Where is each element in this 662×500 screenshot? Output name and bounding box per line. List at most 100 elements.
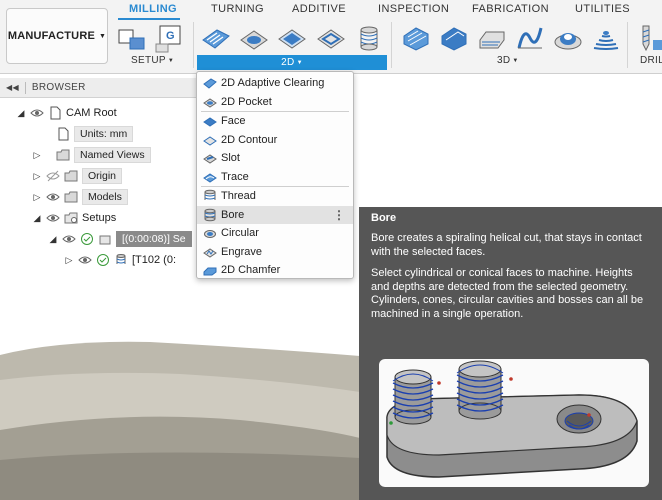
collapse-triangle-icon[interactable]: ◢ xyxy=(32,213,42,224)
2d-chamfer-icon xyxy=(203,263,217,277)
2d-pocket-icon[interactable] xyxy=(238,22,270,54)
menu-item-face[interactable]: Face xyxy=(197,112,353,131)
spiral-icon[interactable] xyxy=(590,22,622,54)
tab-turning[interactable]: TURNING xyxy=(211,3,264,15)
menu-item-bore[interactable]: Bore ⋮ xyxy=(197,205,353,224)
tree-item-units[interactable]: Units: mm xyxy=(52,125,134,143)
flow-icon[interactable] xyxy=(514,22,546,54)
tree-label: Named Views xyxy=(74,147,151,163)
trace-icon xyxy=(203,170,217,184)
scallop-icon[interactable] xyxy=(552,22,584,54)
group-2d-label: 2D xyxy=(281,57,295,68)
tree-item-named-views[interactable]: ▷ Named Views xyxy=(32,146,151,164)
workspace-switcher[interactable]: MANUFACTURE ▼ xyxy=(6,8,108,64)
ribbon-divider xyxy=(627,22,628,68)
tree-item-cam-root[interactable]: ◢ CAM Root xyxy=(16,104,117,122)
group-setup-label: SETUP xyxy=(131,55,166,66)
tab-additive[interactable]: ADDITIVE xyxy=(292,3,346,15)
steep-shallow-icon[interactable] xyxy=(476,22,508,54)
tree-label: Origin xyxy=(82,168,123,184)
menu-item-label: 2D Adaptive Clearing xyxy=(221,77,325,90)
tooltip-details: Select cylindrical or conical faces to m… xyxy=(371,267,644,320)
tree-item-setup[interactable]: ◢ [(0:00:08)] Se xyxy=(48,230,192,248)
tree-label: CAM Root xyxy=(66,107,117,119)
face-icon[interactable] xyxy=(276,22,308,54)
collapse-panel-icon[interactable]: ◀◀ xyxy=(6,83,19,92)
pocket-clearing-icon[interactable] xyxy=(438,22,470,54)
group-setup[interactable]: SETUP ▼ xyxy=(131,55,174,66)
2d-adaptive-icon xyxy=(203,76,217,90)
new-folder-icon[interactable] xyxy=(116,22,148,54)
eye-icon[interactable] xyxy=(62,232,76,246)
group-drill[interactable]: DRIL xyxy=(640,55,662,66)
menu-item-thread[interactable]: Thread xyxy=(197,187,353,206)
chevron-down-icon: ▼ xyxy=(296,60,303,66)
2d-contour-icon xyxy=(203,133,217,147)
folder-icon xyxy=(56,148,70,162)
2d-adaptive-icon[interactable] xyxy=(199,22,231,54)
active-tab-indicator xyxy=(118,18,180,20)
tree-item-origin[interactable]: ▷ Origin xyxy=(32,167,123,185)
expand-triangle-icon[interactable]: ▷ xyxy=(32,171,42,182)
more-options-icon[interactable]: ⋮ xyxy=(333,208,345,222)
nc-program-icon[interactable]: G xyxy=(154,22,186,54)
tree-label: Units: mm xyxy=(74,126,134,142)
chevron-down-icon: ▼ xyxy=(512,58,519,64)
slot-icon xyxy=(203,151,217,165)
menu-item-label: Thread xyxy=(221,190,256,203)
eye-icon[interactable] xyxy=(78,253,92,267)
document-icon xyxy=(48,106,62,120)
2d-pocket-icon xyxy=(203,95,217,109)
bore-icon[interactable] xyxy=(353,22,385,54)
collapse-triangle-icon[interactable]: ◢ xyxy=(48,234,58,245)
menu-item-2d-contour[interactable]: 2D Contour xyxy=(197,131,353,150)
menu-item-trace[interactable]: Trace xyxy=(197,168,353,187)
eye-icon[interactable] xyxy=(30,106,44,120)
bore-illustration xyxy=(379,359,649,487)
menu-item-label: 2D Pocket xyxy=(221,95,272,108)
tree-item-operation[interactable]: ▷ [T102 (0: xyxy=(64,251,176,269)
tree-item-models[interactable]: ▷ Models xyxy=(32,188,128,206)
setups-folder-icon xyxy=(64,211,78,225)
tooltip-title: Bore xyxy=(371,212,397,224)
chevron-down-icon: ▼ xyxy=(99,32,107,40)
setup-icon xyxy=(98,232,112,246)
eye-hidden-icon[interactable] xyxy=(46,169,60,183)
3d-adaptive-icon[interactable] xyxy=(400,22,432,54)
tab-inspection[interactable]: INSPECTION xyxy=(378,3,449,15)
expand-triangle-icon[interactable]: ▷ xyxy=(64,255,74,266)
tree-label: Setups xyxy=(82,212,117,224)
tab-milling[interactable]: MILLING xyxy=(129,3,177,15)
ribbon-divider xyxy=(193,22,194,68)
tab-utilities[interactable]: UTILITIES xyxy=(575,3,630,15)
menu-item-2d-chamfer[interactable]: 2D Chamfer xyxy=(197,261,353,280)
menu-item-label: Circular xyxy=(221,227,259,240)
menu-item-2d-adaptive-clearing[interactable]: 2D Adaptive Clearing xyxy=(197,74,353,93)
menu-item-slot[interactable]: Slot xyxy=(197,149,353,168)
eye-icon[interactable] xyxy=(46,211,60,225)
engrave-icon xyxy=(203,245,217,259)
tree-label: [(0:00:08)] Se xyxy=(116,231,192,247)
eye-icon[interactable] xyxy=(46,190,60,204)
tooltip-bore: Bore Bore creates a spiraling helical cu… xyxy=(359,207,662,500)
menu-item-circular[interactable]: Circular xyxy=(197,224,353,243)
expand-triangle-icon[interactable]: ▷ xyxy=(32,192,42,203)
menu-item-label: Engrave xyxy=(221,245,262,258)
2d-contour-icon[interactable] xyxy=(315,22,347,54)
tree-item-setups[interactable]: ◢ Setups xyxy=(32,209,117,227)
browser-header[interactable]: ◀◀ BROWSER xyxy=(0,78,200,98)
expand-triangle-icon[interactable]: ▷ xyxy=(32,150,42,161)
menu-item-engrave[interactable]: Engrave xyxy=(197,243,353,262)
collapse-triangle-icon[interactable]: ◢ xyxy=(16,108,26,119)
tab-fabrication[interactable]: FABRICATION xyxy=(472,3,549,15)
group-2d[interactable]: 2D ▼ xyxy=(197,55,387,70)
menu-item-2d-pocket[interactable]: 2D Pocket xyxy=(197,93,353,112)
ribbon-divider xyxy=(391,22,392,68)
thread-icon xyxy=(203,189,217,203)
group-3d[interactable]: 3D ▼ xyxy=(497,55,519,66)
menu-item-label: 2D Contour xyxy=(221,133,278,146)
menu-item-label: Face xyxy=(221,115,246,128)
circular-icon xyxy=(203,226,217,240)
menu-item-label: Trace xyxy=(221,170,249,183)
drill-icon[interactable] xyxy=(637,22,662,54)
